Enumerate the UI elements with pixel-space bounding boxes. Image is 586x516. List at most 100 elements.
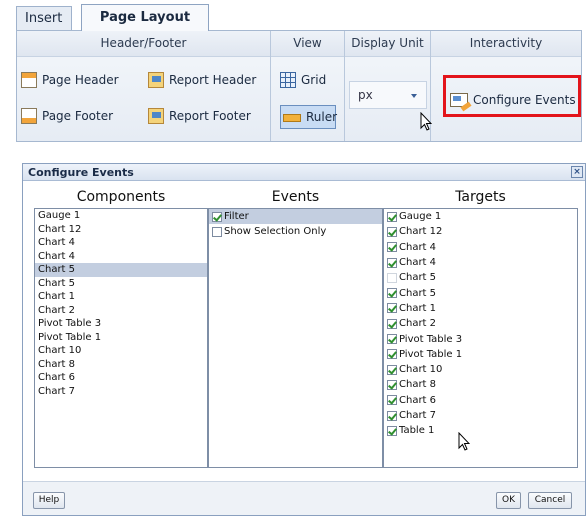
- report-header-label: Report Header: [169, 73, 257, 87]
- page-footer-button[interactable]: Page Footer: [21, 105, 113, 127]
- configure-events-dialog: Configure Events × Components Events Tar…: [22, 163, 586, 516]
- ruler-button[interactable]: Ruler: [283, 106, 337, 128]
- tab-page-layout[interactable]: Page Layout: [81, 4, 209, 31]
- target-checkbox[interactable]: [387, 318, 397, 329]
- group-title-interactivity: Interactivity: [431, 31, 581, 57]
- target-checkbox[interactable]: [387, 242, 397, 253]
- group-header-footer: Header/Footer Page Header Report Header …: [17, 31, 271, 141]
- components-list[interactable]: Gauge 1 Chart 12 Chart 4 Chart 4 Chart 5 Char…: [34, 208, 208, 468]
- target-list-item[interactable]: Chart 2: [384, 316, 577, 331]
- events-list[interactable]: Filter Show Selection Only: [208, 208, 383, 468]
- target-label: Chart 12: [399, 226, 443, 238]
- help-button[interactable]: Help: [33, 492, 65, 509]
- component-list-item[interactable]: Chart 12: [35, 223, 207, 237]
- target-list-item[interactable]: Pivot Table 1: [384, 347, 577, 362]
- tab-insert[interactable]: Insert: [16, 6, 72, 30]
- target-checkbox[interactable]: [387, 349, 397, 360]
- component-list-item[interactable]: Chart 7: [35, 385, 207, 399]
- grid-icon: [280, 72, 296, 88]
- ruler-icon: [283, 114, 301, 122]
- configure-events-button[interactable]: Configure Events: [450, 89, 576, 111]
- event-list-item[interactable]: Show Selection Only: [209, 224, 382, 239]
- target-label: Chart 2: [399, 318, 437, 330]
- page-footer-label: Page Footer: [42, 109, 114, 123]
- target-label: Gauge 1: [399, 211, 442, 223]
- target-label: Pivot Table 3: [399, 333, 463, 345]
- dialog-panes: Components Events Targets Gauge 1 Chart 1…: [34, 186, 579, 468]
- component-list-item[interactable]: Chart 1: [35, 290, 207, 304]
- group-title-header-footer: Header/Footer: [17, 31, 270, 57]
- component-list-item[interactable]: Chart 5: [35, 277, 207, 291]
- component-list-item[interactable]: Chart 5: [35, 263, 207, 277]
- cancel-button[interactable]: Cancel: [528, 492, 572, 509]
- component-list-item[interactable]: Chart 6: [35, 371, 207, 385]
- ribbon-tabs: Insert Page Layout: [16, 0, 582, 31]
- target-list-item[interactable]: Chart 10: [384, 362, 577, 377]
- target-checkbox[interactable]: [387, 425, 397, 436]
- report-footer-icon: [148, 108, 164, 124]
- target-list-item[interactable]: Chart 6: [384, 393, 577, 408]
- target-label: Chart 6: [399, 394, 437, 406]
- component-list-item[interactable]: Chart 2: [35, 304, 207, 318]
- targets-header: Targets: [455, 189, 506, 205]
- group-title-display-unit: Display Unit: [345, 31, 430, 57]
- target-label: Chart 1: [399, 302, 437, 314]
- target-checkbox[interactable]: [387, 303, 397, 314]
- target-checkbox[interactable]: [387, 364, 397, 375]
- display-unit-select[interactable]: px: [349, 81, 427, 109]
- target-list-item[interactable]: Table 1: [384, 423, 577, 438]
- event-checkbox[interactable]: [212, 226, 222, 237]
- target-label: Chart 5: [399, 272, 437, 284]
- target-label: Chart 8: [399, 379, 437, 391]
- target-checkbox[interactable]: [387, 211, 397, 222]
- components-header: Components: [76, 189, 166, 205]
- target-list-item[interactable]: Chart 5: [384, 285, 577, 300]
- component-list-item[interactable]: Chart 10: [35, 344, 207, 358]
- grid-button[interactable]: Grid: [280, 69, 326, 91]
- component-list-item[interactable]: Chart 4: [35, 250, 207, 264]
- ribbon-body: Header/Footer Page Header Report Header …: [16, 30, 582, 142]
- target-checkbox[interactable]: [387, 288, 397, 299]
- component-list-item[interactable]: Pivot Table 1: [35, 331, 207, 345]
- target-list-item[interactable]: Chart 4: [384, 240, 577, 255]
- configure-events-icon: [450, 93, 468, 107]
- event-checkbox[interactable]: [212, 211, 222, 222]
- ruler-label: Ruler: [306, 110, 338, 124]
- page-header-label: Page Header: [42, 73, 119, 87]
- target-list-item[interactable]: Gauge 1: [384, 209, 577, 224]
- close-icon[interactable]: ×: [571, 166, 583, 178]
- configure-events-label: Configure Events: [473, 93, 576, 107]
- target-checkbox[interactable]: [387, 334, 397, 345]
- chevron-down-icon[interactable]: [411, 94, 417, 98]
- group-view: View Grid Ruler: [271, 31, 345, 141]
- target-checkbox[interactable]: [387, 379, 397, 390]
- target-list-item[interactable]: Chart 7: [384, 408, 577, 423]
- ok-button[interactable]: OK: [496, 492, 521, 509]
- report-footer-button[interactable]: Report Footer: [148, 105, 251, 127]
- target-label: Chart 7: [399, 410, 437, 421]
- target-list-item[interactable]: Chart 4: [384, 255, 577, 270]
- target-checkbox[interactable]: [387, 395, 397, 406]
- report-header-button[interactable]: Report Header: [148, 69, 256, 91]
- mouse-pointer-icon: [420, 112, 432, 132]
- component-list-item[interactable]: Chart 4: [35, 236, 207, 250]
- page-footer-icon: [21, 108, 37, 124]
- target-checkbox[interactable]: [387, 410, 397, 421]
- target-checkbox[interactable]: [387, 272, 397, 283]
- target-checkbox[interactable]: [387, 257, 397, 268]
- report-footer-label: Report Footer: [169, 109, 251, 123]
- target-label: Pivot Table 1: [399, 348, 463, 360]
- target-list-item[interactable]: Chart 5: [384, 270, 577, 285]
- targets-list[interactable]: Gauge 1 Chart 12 Chart 4 Chart 4 Chart 5 Char…: [383, 208, 578, 468]
- event-label: Filter: [224, 211, 249, 223]
- component-list-item[interactable]: Chart 8: [35, 358, 207, 372]
- target-list-item[interactable]: Chart 8: [384, 377, 577, 392]
- target-list-item[interactable]: Chart 1: [384, 301, 577, 316]
- component-list-item[interactable]: Gauge 1: [35, 209, 207, 223]
- event-list-item[interactable]: Filter: [209, 209, 382, 225]
- target-list-item[interactable]: Chart 12: [384, 224, 577, 239]
- page-header-button[interactable]: Page Header: [21, 69, 119, 91]
- target-list-item[interactable]: Pivot Table 3: [384, 331, 577, 346]
- target-checkbox[interactable]: [387, 226, 397, 237]
- component-list-item[interactable]: Pivot Table 3: [35, 317, 207, 331]
